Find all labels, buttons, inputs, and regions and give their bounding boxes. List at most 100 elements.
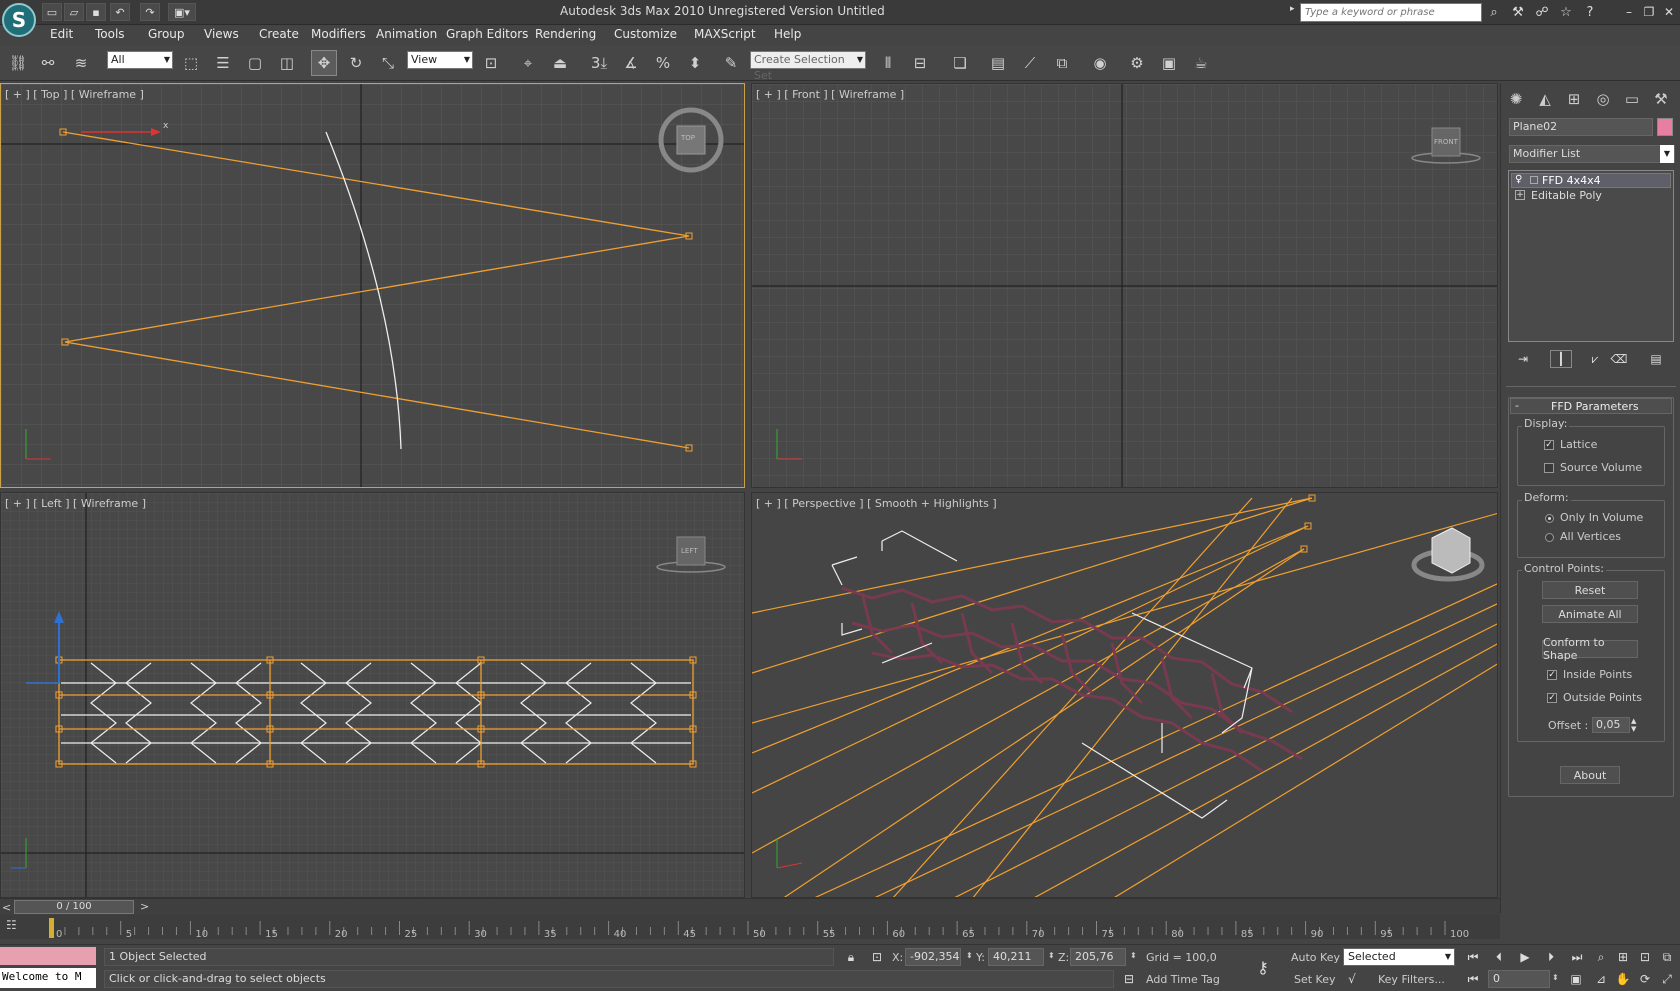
spinner-snap-icon[interactable]: ⬍ [682, 50, 708, 76]
subscription-icon[interactable]: ⚒ [1508, 3, 1528, 21]
remove-modifier-icon[interactable]: ⌫ [1608, 350, 1630, 368]
select-object-icon[interactable]: ⬚ [178, 50, 204, 76]
select-by-name-icon[interactable]: ☰ [210, 50, 236, 76]
key-mode-dropdown[interactable]: Selected ▼ [1343, 948, 1455, 966]
pin-stack-icon[interactable]: ⇥ [1512, 350, 1534, 368]
viewport-label-perspective[interactable]: [ + ] [ Perspective ] [ Smooth + Highlig… [756, 497, 997, 510]
offset-spinner[interactable]: 0,05 [1592, 717, 1630, 733]
key-icon[interactable]: √ [1341, 970, 1363, 988]
menu-customize[interactable]: Customize [614, 27, 677, 41]
animate-all-button[interactable]: Animate All [1542, 605, 1638, 623]
make-unique-icon[interactable]: ⩗ [1584, 350, 1606, 368]
menu-maxscript[interactable]: MAXScript [694, 27, 756, 41]
menu-edit[interactable]: Edit [50, 27, 73, 41]
object-color-swatch[interactable] [1657, 118, 1673, 136]
object-name-field[interactable]: Plane02 [1509, 118, 1653, 136]
rollout-header[interactable]: - FFD Parameters [1510, 398, 1672, 414]
time-slider-prev[interactable]: < [2, 901, 11, 914]
viewport-label-left[interactable]: [ + ] [ Left ] [ Wireframe ] [5, 497, 146, 510]
light-bulb-icon[interactable]: ♀ [1515, 174, 1522, 185]
only-in-volume-radio[interactable] [1545, 514, 1554, 523]
search-expand-icon[interactable]: ▸ [1290, 4, 1300, 21]
favorites-star-icon[interactable]: ☆ [1556, 3, 1576, 21]
maxscript-listener-top[interactable] [0, 947, 96, 965]
zoom-extents-icon[interactable]: ⊡ [1634, 948, 1656, 966]
display-tab-icon[interactable]: ▭ [1620, 88, 1644, 110]
time-slider-thumb[interactable]: 0 / 100 [14, 900, 134, 914]
selection-filter-dropdown[interactable]: All ▼ [107, 51, 173, 69]
rectangular-selection-icon[interactable]: ▢ [242, 50, 268, 76]
new-icon[interactable]: ▭ [42, 3, 62, 21]
go-to-start-icon[interactable]: ⏮ [1462, 948, 1484, 966]
graphite-tools-icon[interactable]: ▤ [985, 50, 1011, 76]
lock-selection-icon[interactable]: 🔒︎ [840, 948, 862, 966]
configure-modifier-sets-icon[interactable]: ▤ [1645, 350, 1667, 368]
time-configuration-icon[interactable]: ▣ [1565, 970, 1587, 988]
layer-manager-icon[interactable]: ❏ [947, 50, 973, 76]
help-icon[interactable]: ? [1580, 3, 1600, 21]
outside-points-checkbox[interactable]: ✓ [1547, 693, 1557, 703]
open-icon[interactable]: ▱ [64, 3, 84, 21]
named-selection-set-dropdown[interactable]: Create Selection Set ▼ [750, 51, 866, 82]
undo-icon[interactable]: ↶ [110, 3, 130, 21]
align-icon[interactable]: ⊟ [907, 50, 933, 76]
spinner-icon[interactable]: ⬍ [966, 951, 973, 960]
next-frame-icon[interactable]: ⏵ [1540, 948, 1562, 966]
menu-group[interactable]: Group [148, 27, 185, 41]
rendered-frame-window-icon[interactable]: ▣ [1156, 50, 1182, 76]
z-coordinate-field[interactable]: 205,76 [1070, 948, 1126, 966]
modifier-list-dropdown[interactable]: Modifier List ▼ [1509, 145, 1675, 163]
bind-space-warp-icon[interactable]: ≋ [68, 50, 94, 76]
key-filters-button[interactable]: Key Filters... [1378, 973, 1445, 986]
conform-to-shape-button[interactable]: Conform to Shape [1542, 636, 1638, 662]
viewport-label-top[interactable]: [ + ] [ Top ] [ Wireframe ] [5, 88, 144, 101]
key-mode-toggle-icon[interactable]: ⏮ [1462, 970, 1484, 988]
stack-item-editable-poly[interactable]: + Editable Poly [1511, 189, 1671, 204]
y-coordinate-field[interactable]: 40,211 [988, 948, 1044, 966]
spinner-arrows-icon[interactable]: ▲ ▼ [1631, 717, 1641, 733]
source-volume-checkbox[interactable] [1544, 463, 1554, 473]
reset-button[interactable]: Reset [1542, 581, 1638, 599]
pan-icon[interactable]: ✋ [1612, 970, 1634, 988]
edit-named-selection-icon[interactable]: ✎ [718, 50, 744, 76]
curve-editor-icon[interactable]: ⟋ [1017, 50, 1043, 76]
zoom-all-icon[interactable]: ⊞ [1612, 948, 1634, 966]
viewport-top[interactable]: x [ + ] [ Top ] [ Wireframe ] TOP [0, 83, 745, 488]
redo-icon[interactable]: ↷ [140, 3, 160, 21]
close-icon[interactable]: ✕ [1660, 3, 1678, 21]
collapse-icon[interactable]: - [1515, 399, 1519, 412]
minimize-icon[interactable]: – [1620, 3, 1638, 21]
snaps-toggle-icon[interactable]: 3 ⤓ [586, 50, 612, 76]
mirror-icon[interactable]: ⫴ [875, 50, 901, 76]
select-and-move-icon[interactable]: ✥ [311, 50, 337, 76]
expand-plus-icon[interactable]: + [1515, 190, 1525, 200]
menu-rendering[interactable]: Rendering [535, 27, 596, 41]
maximize-viewport-icon[interactable]: ⤢ [1656, 970, 1678, 988]
time-slider[interactable]: < 0 / 100 > [0, 898, 1500, 915]
select-and-scale-icon[interactable]: ⤡ [375, 50, 401, 76]
menu-graph-editors[interactable]: Graph Editors [446, 27, 528, 41]
search-binoculars-icon[interactable]: ⌕ [1484, 3, 1504, 21]
menu-tools[interactable]: Tools [95, 27, 125, 41]
play-icon[interactable]: ▶ [1514, 948, 1536, 966]
viewcube-front-label[interactable]: FRONT [1434, 138, 1458, 146]
zoom-icon[interactable]: ⌕ [1590, 948, 1612, 966]
stack-item-ffd[interactable]: ♀ FFD 4x4x4 [1511, 173, 1671, 188]
viewport-label-front[interactable]: [ + ] [ Front ] [ Wireframe ] [756, 88, 904, 101]
all-vertices-radio[interactable] [1545, 533, 1554, 542]
select-and-manipulate-icon[interactable]: ⌖ [515, 50, 541, 76]
viewport-left[interactable]: [ + ] [ Left ] [ Wireframe ] LEFT [0, 492, 745, 898]
time-tag-icon[interactable]: ⊟ [1118, 970, 1140, 988]
viewcube-left-label[interactable]: LEFT [681, 547, 698, 555]
lattice-checkbox[interactable]: ✓ [1544, 440, 1554, 450]
project-folder-icon[interactable]: ▣▾ [168, 3, 196, 21]
hierarchy-tab-icon[interactable]: ⊞ [1562, 88, 1586, 110]
spinner-icon[interactable]: ⬍ [1552, 973, 1559, 982]
material-editor-icon[interactable]: ◉ [1087, 50, 1113, 76]
application-button[interactable]: S [2, 3, 36, 37]
menu-create[interactable]: Create [259, 27, 299, 41]
window-crossing-icon[interactable]: ◫ [274, 50, 300, 76]
previous-frame-icon[interactable]: ⏴ [1488, 948, 1510, 966]
schematic-view-icon[interactable]: ⧉ [1049, 50, 1075, 76]
select-and-rotate-icon[interactable]: ↻ [343, 50, 369, 76]
